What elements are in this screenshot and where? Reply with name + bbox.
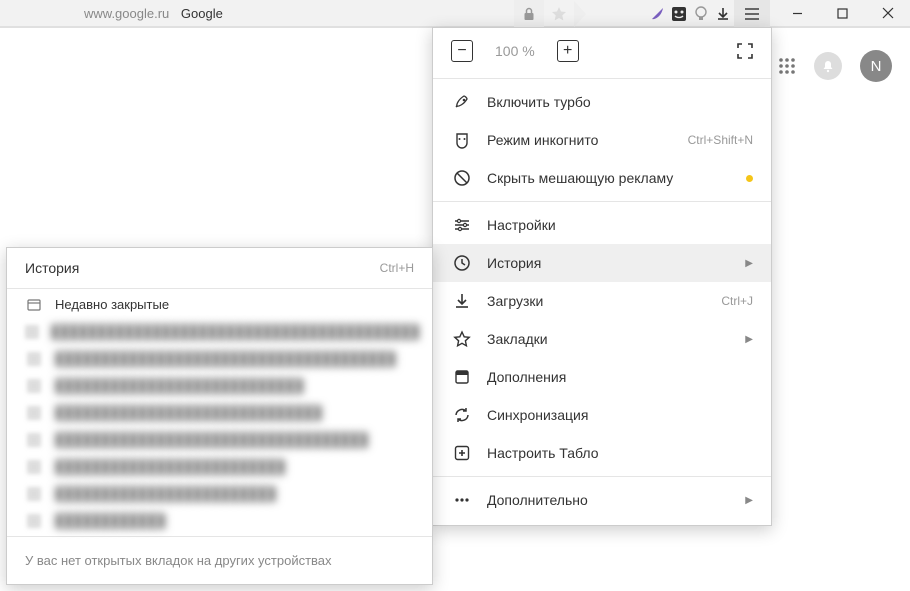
- window-icon: [25, 299, 43, 311]
- extension-box-icon[interactable]: [668, 6, 690, 22]
- star-icon[interactable]: [544, 0, 574, 27]
- menu-incognito[interactable]: Режим инкогнито Ctrl+Shift+N: [433, 121, 771, 159]
- history-item[interactable]: ██████████████████████████████████: [7, 426, 432, 453]
- shortcut: Ctrl+J: [721, 294, 753, 308]
- minimize-button[interactable]: [775, 0, 820, 26]
- history-footer: У вас нет открытых вкладок на других уст…: [7, 539, 432, 574]
- shortcut: Ctrl+H: [380, 261, 414, 275]
- status-dot: [746, 175, 753, 182]
- extension-bulb-icon[interactable]: [690, 6, 712, 22]
- incognito-icon: [451, 131, 473, 149]
- menu-label: Дополнения: [487, 369, 566, 385]
- address-url: www.google.ru: [84, 6, 169, 21]
- address-bar[interactable]: www.google.ru Google: [0, 0, 770, 27]
- history-item[interactable]: █████████████████████████████████████: [7, 345, 432, 372]
- history-recently-closed[interactable]: Недавно закрытые: [7, 291, 432, 318]
- history-item-label: Недавно закрытые: [55, 297, 169, 312]
- history-item[interactable]: █████████████████████████████: [7, 399, 432, 426]
- addons-icon: [451, 368, 473, 386]
- menu-separator: [7, 288, 432, 289]
- menu-label: Режим инкогнито: [487, 132, 598, 148]
- menu-label: Загрузки: [487, 293, 543, 309]
- menu-settings[interactable]: Настройки: [433, 206, 771, 244]
- downloads-icon[interactable]: [712, 7, 734, 21]
- history-item[interactable]: ████████████: [7, 507, 432, 534]
- zoom-out-button[interactable]: −: [451, 40, 473, 62]
- history-item[interactable]: ████████████████████████████████████████: [7, 318, 432, 345]
- download-icon: [451, 292, 473, 310]
- block-icon: [451, 169, 473, 187]
- sync-icon: [451, 406, 473, 424]
- menu-sync[interactable]: Синхронизация: [433, 396, 771, 434]
- history-title: История: [25, 260, 79, 276]
- menu-label: Включить турбо: [487, 94, 591, 110]
- menu-separator: [433, 201, 771, 202]
- sliders-icon: [451, 216, 473, 234]
- menu-bookmarks[interactable]: Закладки ▶: [433, 320, 771, 358]
- history-icon: [451, 254, 473, 272]
- menu-label: Закладки: [487, 331, 548, 347]
- menu-downloads[interactable]: Загрузки Ctrl+J: [433, 282, 771, 320]
- address-bar-wedge: [574, 1, 586, 27]
- main-menu: − 100 % + Включить турбо Режим инкогнито…: [432, 27, 772, 526]
- close-button[interactable]: [865, 0, 910, 26]
- shortcut: Ctrl+Shift+N: [688, 133, 753, 147]
- menu-tablo[interactable]: Настроить Табло: [433, 434, 771, 472]
- menu-more[interactable]: Дополнительно ▶: [433, 481, 771, 519]
- maximize-button[interactable]: [820, 0, 865, 26]
- star-icon: [451, 330, 473, 348]
- menu-separator: [433, 476, 771, 477]
- zoom-in-button[interactable]: +: [557, 40, 579, 62]
- zoom-controls: − 100 % +: [433, 28, 771, 74]
- zoom-value: 100 %: [495, 43, 535, 59]
- more-icon: [451, 491, 473, 509]
- lock-icon[interactable]: [514, 0, 544, 27]
- history-submenu: История Ctrl+H Недавно закрытые ████████…: [6, 247, 433, 585]
- history-item[interactable]: ███████████████████████████: [7, 372, 432, 399]
- menu-label: Дополнительно: [487, 492, 588, 508]
- history-item[interactable]: ████████████████████████: [7, 480, 432, 507]
- menu-separator: [433, 78, 771, 79]
- address-text: www.google.ru Google: [84, 6, 223, 21]
- chevron-right-icon: ▶: [745, 495, 753, 506]
- chevron-right-icon: ▶: [745, 334, 753, 345]
- chevron-right-icon: ▶: [745, 258, 753, 269]
- menu-hide-ads[interactable]: Скрыть мешающую рекламу: [433, 159, 771, 197]
- menu-label: Скрыть мешающую рекламу: [487, 170, 673, 186]
- notifications-icon[interactable]: [814, 52, 842, 80]
- history-item[interactable]: █████████████████████████: [7, 453, 432, 480]
- page-title: Google: [181, 6, 223, 21]
- extension-feather-icon[interactable]: [646, 6, 668, 22]
- main-menu-button[interactable]: [734, 0, 770, 27]
- menu-addons[interactable]: Дополнения: [433, 358, 771, 396]
- menu-label: Синхронизация: [487, 407, 588, 423]
- menu-label: История: [487, 255, 541, 271]
- menu-history[interactable]: История ▶: [433, 244, 771, 282]
- google-apps-icon[interactable]: [778, 57, 796, 75]
- menu-label: Настройки: [487, 217, 556, 233]
- history-header[interactable]: История Ctrl+H: [7, 248, 432, 286]
- menu-label: Настроить Табло: [487, 445, 599, 461]
- avatar-initial: N: [871, 58, 882, 75]
- rocket-icon: [451, 93, 473, 111]
- fullscreen-button[interactable]: [737, 43, 753, 59]
- menu-turbo[interactable]: Включить турбо: [433, 83, 771, 121]
- menu-separator: [7, 536, 432, 537]
- add-tile-icon: [451, 444, 473, 462]
- page-top-right: N: [778, 50, 892, 82]
- avatar[interactable]: N: [860, 50, 892, 82]
